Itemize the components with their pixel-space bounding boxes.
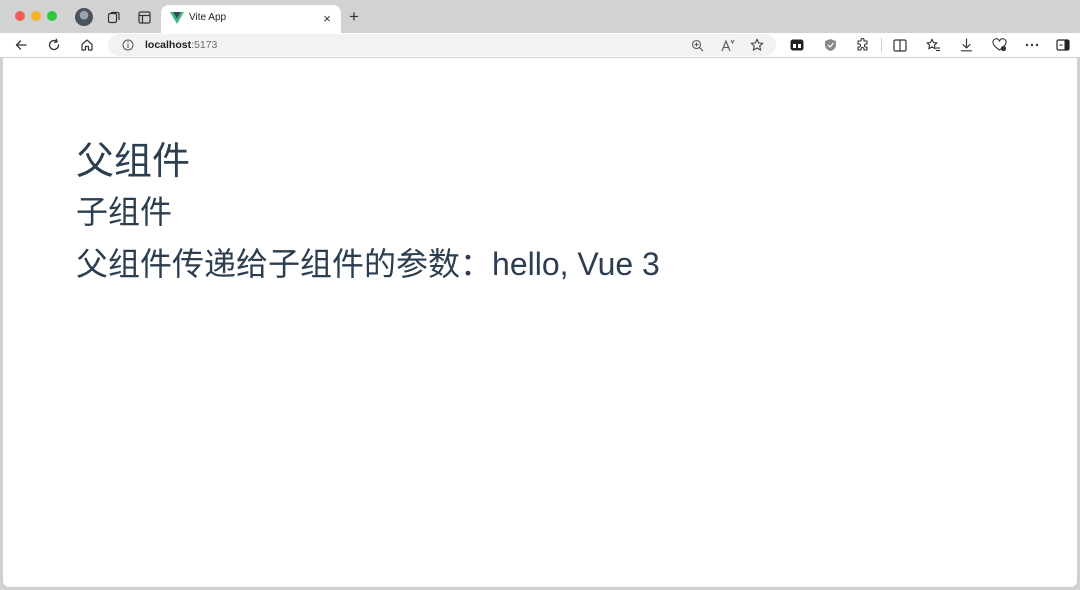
- performance-icon[interactable]: [989, 35, 1009, 55]
- read-aloud-icon[interactable]: [719, 36, 737, 54]
- extensions-puzzle-icon[interactable]: [853, 35, 873, 55]
- favorites-icon[interactable]: [923, 35, 943, 55]
- extension-tile-icon[interactable]: [787, 35, 807, 55]
- tab-actions-icon[interactable]: [134, 7, 154, 27]
- split-screen-icon[interactable]: [890, 35, 910, 55]
- maximize-window-button[interactable]: [47, 11, 57, 21]
- child-component-title: 子组件: [76, 194, 173, 230]
- close-window-button[interactable]: [15, 11, 25, 21]
- more-icon[interactable]: [1022, 35, 1042, 55]
- new-tab-button[interactable]: +: [345, 7, 363, 26]
- favorite-star-icon[interactable]: [748, 36, 766, 54]
- url-text: localhost:5173: [145, 39, 217, 51]
- tab-vite-app[interactable]: Vite App ×: [161, 5, 341, 33]
- home-icon[interactable]: [77, 35, 97, 55]
- collections-icon[interactable]: [104, 7, 124, 27]
- app-root: 父组件 子组件 父组件传递给子组件的参数：hello, Vue 3: [76, 138, 660, 284]
- url-port: :5173: [191, 39, 218, 51]
- page-viewport: 父组件 子组件 父组件传递给子组件的参数：hello, Vue 3: [3, 58, 1077, 587]
- profile-avatar-icon[interactable]: [74, 7, 94, 27]
- browser-window: Vite App × + localhost:5173 父组件 子组件 父组件传…: [0, 0, 1080, 590]
- toolbar: localhost:5173: [0, 33, 1080, 57]
- tab-strip: Vite App × +: [0, 0, 1080, 33]
- prop-message-label: 父组件传递给子组件的参数：: [76, 246, 493, 282]
- shield-extension-icon[interactable]: [820, 35, 840, 55]
- sidebar-icon[interactable]: [1053, 35, 1073, 55]
- prop-message-value: hello, Vue 3: [492, 246, 660, 282]
- url-host: localhost: [145, 39, 192, 51]
- info-icon[interactable]: [120, 37, 136, 53]
- refresh-icon[interactable]: [44, 35, 64, 55]
- prop-message: 父组件传递给子组件的参数：hello, Vue 3: [76, 244, 660, 284]
- toolbar-divider: [881, 38, 882, 52]
- parent-component-title: 父组件: [76, 141, 191, 183]
- address-bar[interactable]: localhost:5173: [108, 34, 776, 56]
- vue-favicon-icon: [170, 12, 184, 25]
- back-icon[interactable]: [11, 35, 31, 55]
- close-tab-button[interactable]: ×: [319, 10, 335, 26]
- tab-title: Vite App: [189, 12, 227, 23]
- minimize-window-button[interactable]: [31, 11, 41, 21]
- zoom-icon[interactable]: [688, 36, 706, 54]
- downloads-icon[interactable]: [956, 35, 976, 55]
